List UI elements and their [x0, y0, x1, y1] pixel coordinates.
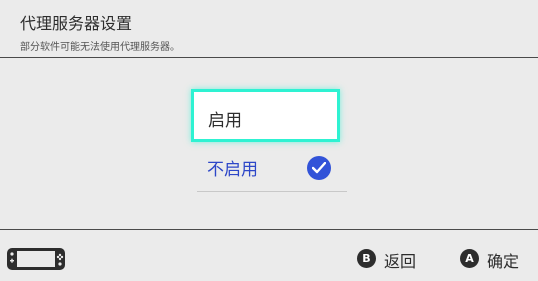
- confirm-button[interactable]: A 确定: [460, 249, 530, 271]
- confirm-button-label: 确定: [487, 252, 520, 271]
- option-disable-label: 不启用: [207, 160, 258, 180]
- option-enable[interactable]: 启用: [191, 89, 340, 142]
- option-divider: [197, 191, 347, 192]
- header-divider: [0, 57, 538, 58]
- back-button[interactable]: B 返回: [357, 249, 427, 271]
- page-title: 代理服务器设置: [20, 14, 133, 33]
- b-button-icon: B: [357, 249, 376, 268]
- back-button-label: 返回: [384, 252, 417, 271]
- header: 代理服务器设置 部分软件可能无法使用代理服务器。: [0, 0, 538, 58]
- page-subtitle: 部分软件可能无法使用代理服务器。: [20, 42, 180, 53]
- a-button-icon: A: [460, 249, 479, 268]
- option-disable[interactable]: 不启用: [197, 151, 347, 192]
- handheld-console-icon: [7, 247, 65, 275]
- option-enable-label: 启用: [208, 111, 242, 131]
- footer: B 返回 A 确定: [0, 230, 538, 281]
- checkmark-icon: [307, 156, 331, 180]
